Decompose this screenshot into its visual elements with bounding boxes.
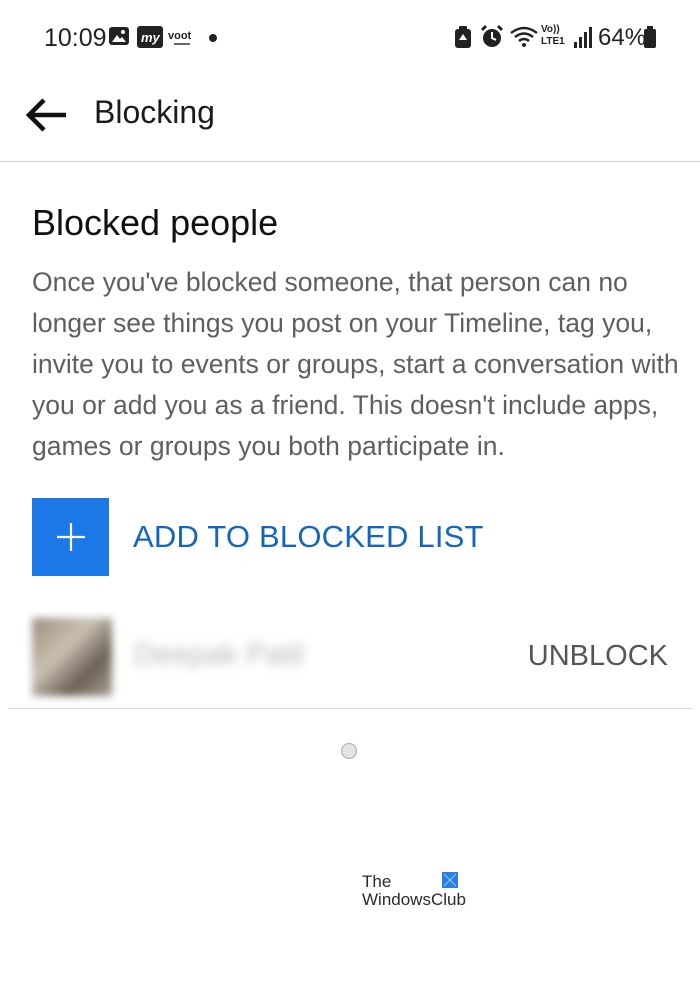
battery-percent: 64% <box>598 24 647 51</box>
watermark-line1: The <box>362 872 392 891</box>
signal-icon <box>574 27 592 48</box>
battery-icon <box>644 26 656 48</box>
watermark: The WindowsClub <box>362 872 472 912</box>
dot-icon <box>209 34 217 42</box>
svg-text:my: my <box>141 30 161 45</box>
svg-text:voot: voot <box>168 30 192 42</box>
add-icon-box[interactable] <box>32 498 109 576</box>
blocked-person-row: Deepak Patil UNBLOCK <box>8 604 692 709</box>
status-bar: 10:09 my voot Vo)) LTE1 64% <box>0 0 700 78</box>
loading-indicator <box>341 743 357 759</box>
watermark-line2: WindowsClub <box>362 890 466 909</box>
volte-label: Vo)) LTE1 <box>541 24 565 47</box>
back-arrow-icon[interactable] <box>22 90 72 140</box>
section-title: Blocked people <box>32 202 279 243</box>
alarm-icon <box>480 24 504 47</box>
wifi-icon <box>510 26 538 47</box>
battery-saver-icon <box>455 26 471 48</box>
myjio-icon: my <box>137 26 163 48</box>
add-to-blocked-list-label[interactable]: ADD TO BLOCKED LIST <box>133 519 484 555</box>
blocked-person-name: Deepak Patil <box>134 638 305 671</box>
page-title: Blocking <box>94 94 215 130</box>
app-bar: Blocking <box>0 78 700 162</box>
status-time: 10:09 <box>44 24 107 52</box>
avatar <box>32 618 112 696</box>
description-text: Once you've blocked someone, that person… <box>32 267 679 461</box>
plus-icon <box>56 523 85 551</box>
windows-logo-icon <box>442 872 458 888</box>
add-to-blocked-list-button[interactable]: ADD TO BLOCKED LIST <box>32 498 672 576</box>
gallery-icon <box>109 27 129 45</box>
voot-icon: voot <box>168 30 192 45</box>
unblock-button[interactable]: UNBLOCK <box>528 640 668 673</box>
